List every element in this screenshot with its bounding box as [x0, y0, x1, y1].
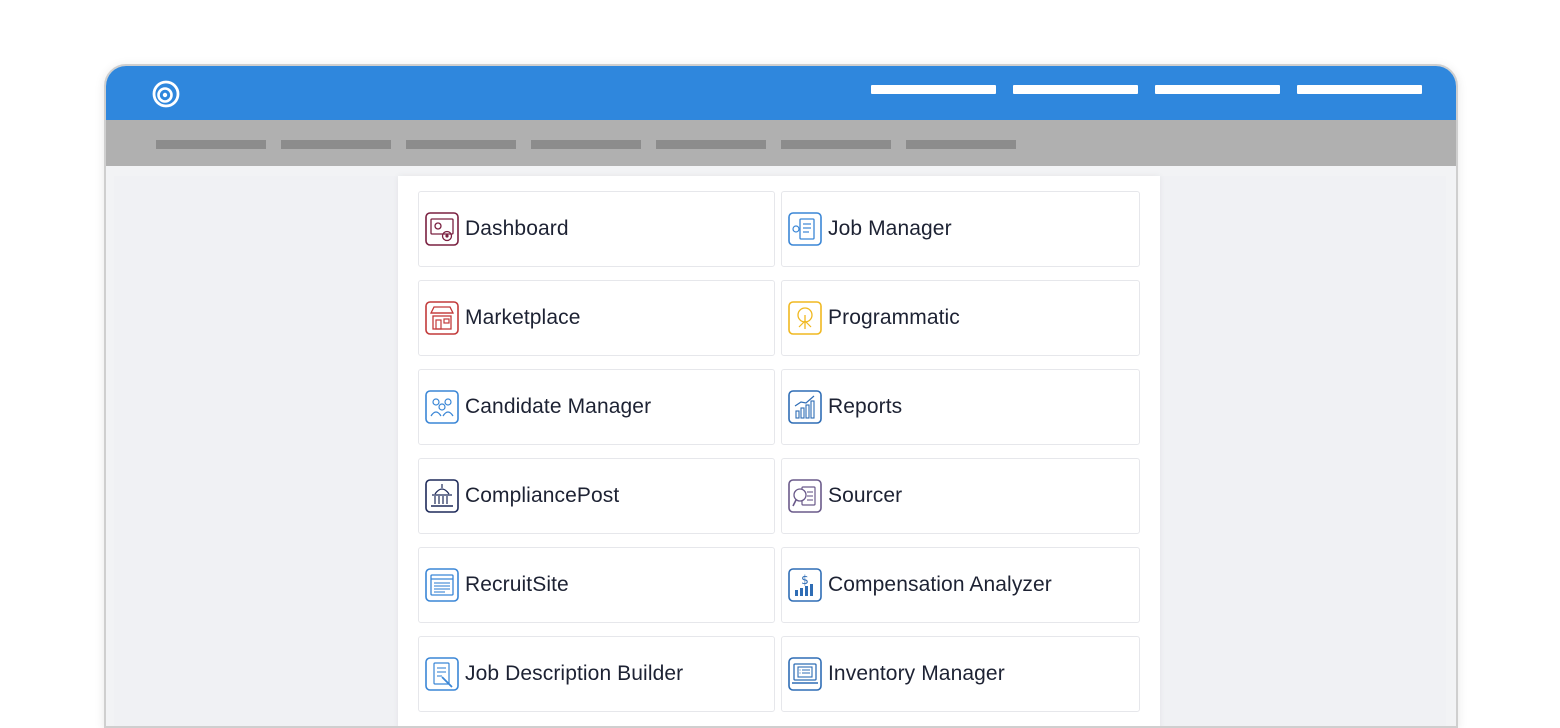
app-label: Programmatic: [828, 306, 960, 329]
top-nav-link-1[interactable]: [871, 85, 996, 94]
marketplace-icon: [425, 301, 459, 335]
svg-text:$: $: [801, 573, 809, 587]
recruit-site-icon: [425, 568, 459, 602]
job-description-builder-icon: [425, 657, 459, 691]
app-label: Compensation Analyzer: [828, 573, 1052, 596]
compensation-analyzer-icon: $: [788, 568, 822, 602]
browser-window: Dashboard Job Manager Marketplace Progra…: [104, 64, 1458, 728]
secondary-nav-link-5[interactable]: [656, 140, 766, 149]
job-manager-icon: [788, 212, 822, 246]
app-label: CompliancePost: [465, 484, 620, 507]
reports-icon: [788, 390, 822, 424]
app-launcher-panel: Dashboard Job Manager Marketplace Progra…: [398, 176, 1160, 726]
app-grid: Dashboard Job Manager Marketplace Progra…: [418, 191, 1140, 712]
app-label: RecruitSite: [465, 573, 569, 596]
app-label: Inventory Manager: [828, 662, 1005, 685]
app-tile-job-description-builder[interactable]: Job Description Builder: [418, 636, 775, 712]
app-tile-marketplace[interactable]: Marketplace: [418, 280, 775, 356]
app-label: Reports: [828, 395, 903, 418]
app-tile-dashboard[interactable]: Dashboard: [418, 191, 775, 267]
top-nav-link-4[interactable]: [1297, 85, 1422, 94]
candidate-manager-icon: [425, 390, 459, 424]
secondary-nav-link-1[interactable]: [156, 140, 266, 149]
programmatic-icon: [788, 301, 822, 335]
secondary-navigation-bar: [106, 120, 1456, 166]
app-label: Marketplace: [465, 306, 581, 329]
secondary-nav-link-7[interactable]: [906, 140, 1016, 149]
app-label: Candidate Manager: [465, 395, 652, 418]
logo-icon[interactable]: [152, 80, 180, 108]
secondary-nav-link-4[interactable]: [531, 140, 641, 149]
secondary-nav-link-2[interactable]: [281, 140, 391, 149]
app-label: Sourcer: [828, 484, 903, 507]
app-tile-candidate-manager[interactable]: Candidate Manager: [418, 369, 775, 445]
app-tile-recruit-site[interactable]: RecruitSite: [418, 547, 775, 623]
dashboard-icon: [425, 212, 459, 246]
app-tile-programmatic[interactable]: Programmatic: [781, 280, 1140, 356]
app-tile-compliance-post[interactable]: CompliancePost: [418, 458, 775, 534]
secondary-nav-link-6[interactable]: [781, 140, 891, 149]
inventory-manager-icon: [788, 657, 822, 691]
sourcer-icon: [788, 479, 822, 513]
app-tile-job-manager[interactable]: Job Manager: [781, 191, 1140, 267]
app-tile-compensation-analyzer[interactable]: $ Compensation Analyzer: [781, 547, 1140, 623]
app-label: Dashboard: [465, 217, 569, 240]
app-tile-inventory-manager[interactable]: Inventory Manager: [781, 636, 1140, 712]
app-tile-sourcer[interactable]: Sourcer: [781, 458, 1140, 534]
app-label: Job Manager: [828, 217, 952, 240]
top-nav-link-2[interactable]: [1013, 85, 1138, 94]
app-tile-reports[interactable]: Reports: [781, 369, 1140, 445]
app-label: Job Description Builder: [465, 662, 684, 685]
compliance-post-icon: [425, 479, 459, 513]
top-navigation-bar: [106, 66, 1456, 120]
secondary-nav-link-3[interactable]: [406, 140, 516, 149]
top-nav-link-3[interactable]: [1155, 85, 1280, 94]
